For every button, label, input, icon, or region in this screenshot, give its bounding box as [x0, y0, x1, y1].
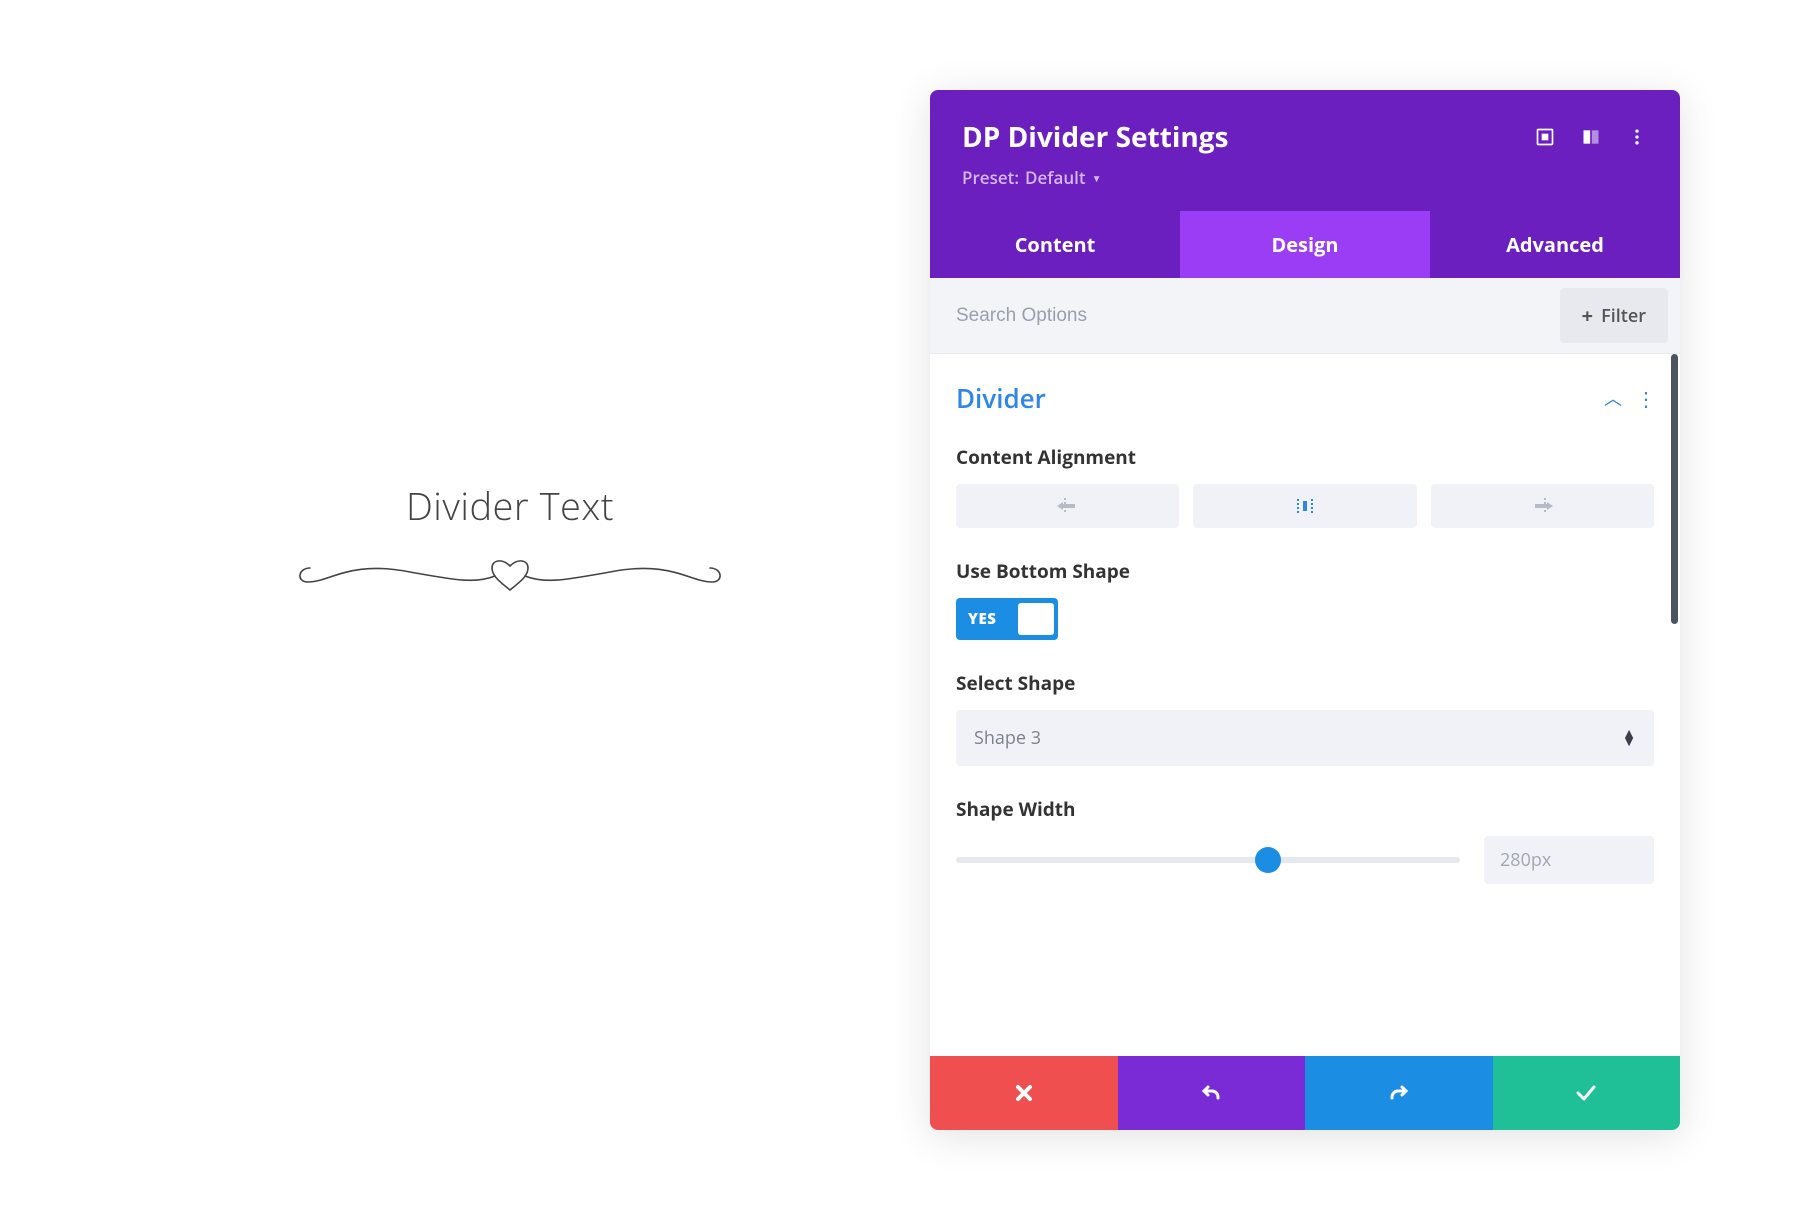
label-use-bottom-shape: Use Bottom Shape	[956, 558, 1654, 584]
redo-button[interactable]	[1305, 1056, 1493, 1130]
toggle-use-bottom-shape[interactable]: YES	[956, 598, 1058, 640]
columns-icon[interactable]	[1580, 126, 1602, 148]
save-button[interactable]	[1493, 1056, 1681, 1130]
section-more-icon[interactable]: ⋮	[1636, 385, 1654, 412]
align-left-button[interactable]	[956, 484, 1179, 528]
panel-body: Divider ︿ ⋮ Content Alignment	[930, 354, 1680, 1056]
preset-value: Default	[1025, 166, 1086, 189]
filter-label: Filter	[1601, 304, 1646, 328]
divider-preview: Divider Text	[210, 480, 810, 607]
field-select-shape: Select Shape Shape 3 ▲▼	[930, 660, 1680, 786]
panel-header: DP Divider Settings	[930, 90, 1680, 211]
field-use-bottom-shape: Use Bottom Shape YES	[930, 548, 1680, 660]
field-shape-width: Shape Width 280px	[930, 786, 1680, 904]
cancel-button[interactable]	[930, 1056, 1118, 1130]
label-select-shape: Select Shape	[956, 670, 1654, 696]
expand-icon[interactable]	[1534, 126, 1556, 148]
settings-panel: DP Divider Settings	[930, 90, 1680, 1130]
chevron-up-icon: ︿	[1604, 385, 1622, 411]
panel-footer	[930, 1056, 1680, 1130]
divider-text: Divider Text	[210, 480, 810, 532]
align-right-button[interactable]	[1431, 484, 1654, 528]
select-shape-value: Shape 3	[974, 726, 1622, 750]
section-title: Divider	[956, 380, 1604, 416]
preset-selector[interactable]: Preset: Default ▼	[962, 166, 1101, 189]
field-content-alignment: Content Alignment	[930, 434, 1680, 548]
select-shape-dropdown[interactable]: Shape 3 ▲▼	[956, 710, 1654, 766]
align-center-button[interactable]	[1193, 484, 1416, 528]
search-row: + Filter	[930, 278, 1680, 354]
more-icon[interactable]	[1626, 126, 1648, 148]
sort-icon: ▲▼	[1622, 730, 1636, 746]
shape-width-slider[interactable]	[956, 857, 1460, 863]
filter-button[interactable]: + Filter	[1560, 288, 1668, 343]
tabs: Content Design Advanced	[930, 211, 1680, 278]
tab-design[interactable]: Design	[1180, 211, 1430, 278]
undo-button[interactable]	[1118, 1056, 1306, 1130]
panel-title: DP Divider Settings	[962, 118, 1534, 156]
tab-advanced[interactable]: Advanced	[1430, 211, 1680, 278]
label-content-alignment: Content Alignment	[956, 444, 1654, 470]
scrollbar-thumb[interactable]	[1671, 354, 1678, 624]
plus-icon: +	[1582, 302, 1593, 329]
panel-header-icons	[1534, 126, 1648, 148]
toggle-yes-label: YES	[968, 609, 1018, 629]
caret-down-icon: ▼	[1092, 171, 1102, 185]
preset-prefix: Preset:	[962, 166, 1019, 189]
tab-content[interactable]: Content	[930, 211, 1180, 278]
divider-shape-heart	[210, 542, 810, 607]
toggle-knob	[1018, 603, 1054, 635]
section-divider-header[interactable]: Divider ︿ ⋮	[930, 354, 1680, 434]
slider-thumb[interactable]	[1255, 847, 1281, 873]
search-input[interactable]	[930, 283, 1548, 349]
label-shape-width: Shape Width	[956, 796, 1654, 822]
shape-width-value[interactable]: 280px	[1484, 836, 1654, 884]
